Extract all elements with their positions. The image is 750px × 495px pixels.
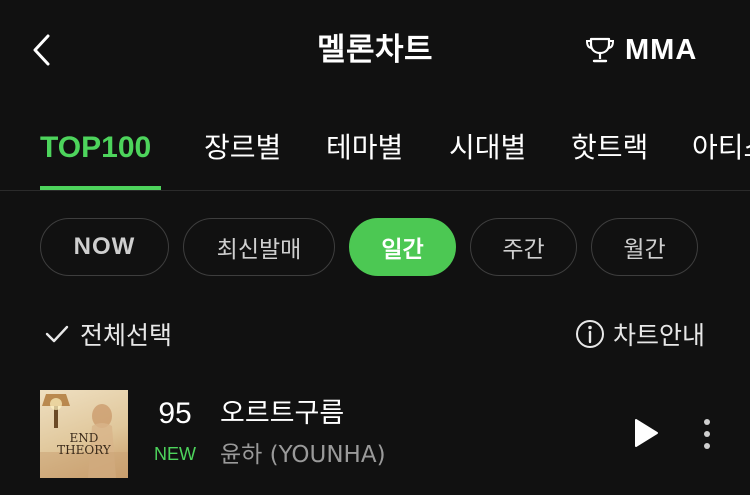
period-chip-monthly[interactable]: 월간	[591, 218, 698, 276]
period-chip-now[interactable]: NOW	[40, 218, 169, 276]
checkmark-icon	[45, 325, 69, 343]
period-chip-daily[interactable]: 일간	[349, 218, 456, 276]
chart-info-button[interactable]: 차트안내	[575, 316, 705, 352]
song-row[interactable]: END THEORY 95 NEW 오르트구름 윤하 (YOUNHA)	[0, 380, 750, 490]
tab-artist[interactable]: 아티스트	[692, 129, 750, 167]
tab-era[interactable]: 시대별	[449, 129, 526, 167]
song-rank: 95	[158, 397, 192, 430]
trophy-icon	[585, 37, 615, 63]
chart-info-label: 차트안내	[613, 321, 706, 350]
album-text-line2: THEORY	[57, 443, 111, 457]
tab-hot-track[interactable]: 핫트랙	[571, 129, 648, 167]
rank-change-badge: NEW	[154, 444, 196, 464]
play-icon	[635, 419, 658, 447]
select-all-label: 전체선택	[80, 321, 173, 350]
app-header: 멜론차트 MMA	[0, 0, 750, 100]
mma-label: MMA	[625, 33, 698, 66]
tab-genre[interactable]: 장르별	[204, 129, 281, 167]
tab-top100[interactable]: TOP100	[40, 129, 151, 167]
mma-button[interactable]: MMA	[585, 30, 697, 70]
song-artist[interactable]: 윤하 (YOUNHA)	[220, 440, 386, 470]
song-title[interactable]: 오르트구름	[220, 396, 344, 432]
chart-category-tabs: TOP100 장르별 테마별 시대별 핫트랙 아티스트	[0, 125, 750, 191]
period-chip-latest[interactable]: 최신발매	[183, 218, 335, 276]
more-options-button[interactable]	[692, 414, 722, 454]
info-icon	[576, 320, 604, 348]
tabs-divider	[0, 190, 750, 191]
play-button[interactable]	[628, 416, 662, 450]
album-cover-text: END THEORY	[40, 432, 128, 456]
album-art[interactable]: END THEORY	[40, 390, 128, 478]
period-chip-weekly[interactable]: 주간	[470, 218, 577, 276]
select-all-button[interactable]: 전체선택	[44, 316, 172, 352]
tab-theme[interactable]: 테마별	[326, 129, 403, 167]
more-vertical-icon	[704, 419, 710, 449]
